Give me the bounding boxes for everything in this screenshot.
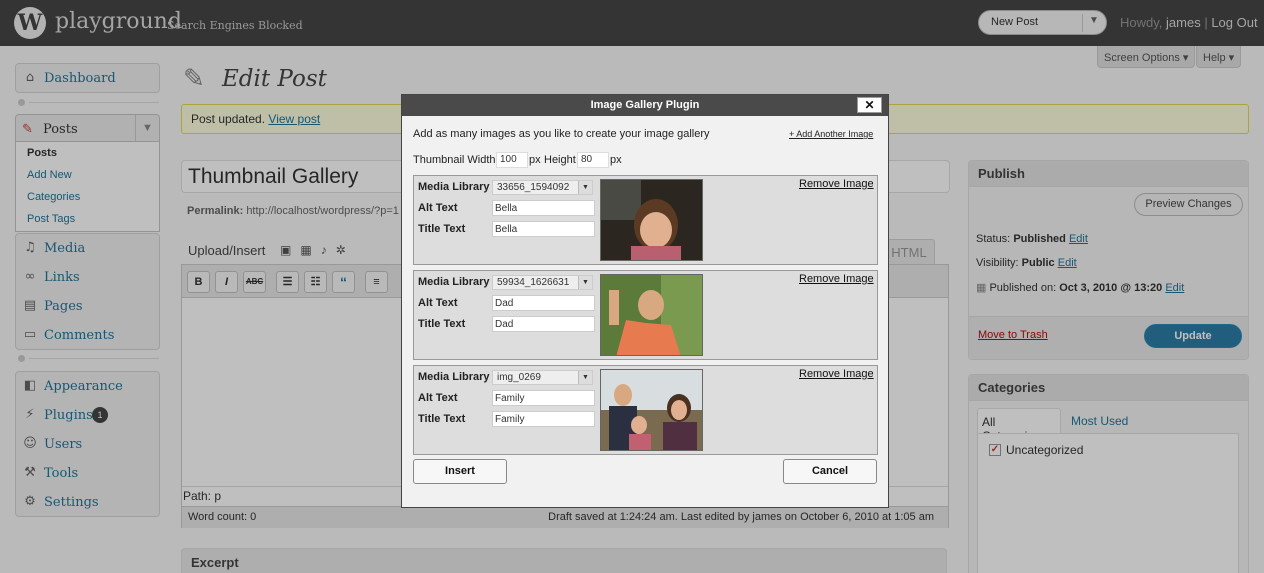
- media-library-select[interactable]: 59934_1626631 ▼: [492, 275, 593, 290]
- chevron-down-icon[interactable]: ▼: [578, 371, 592, 384]
- thumbnail-width-input[interactable]: 100: [496, 152, 528, 168]
- title-text-label: Title Text: [418, 223, 466, 235]
- image-gallery-dialog: Image Gallery Plugin ✕ Add as many image…: [401, 94, 889, 508]
- image-thumbnail: [600, 179, 703, 261]
- alt-text-input[interactable]: Bella: [492, 200, 595, 216]
- dialog-title: Image Gallery Plugin: [402, 95, 888, 116]
- chevron-down-icon[interactable]: ▼: [578, 181, 592, 194]
- dialog-intro: Add as many images as you like to create…: [413, 128, 710, 140]
- remove-image-link[interactable]: Remove Image: [799, 368, 874, 380]
- thumbnail-height-label: Height: [544, 154, 576, 166]
- media-library-label: Media Library: [418, 371, 490, 383]
- alt-text-label: Alt Text: [418, 392, 458, 404]
- px-label: px: [610, 154, 622, 166]
- media-library-select[interactable]: 33656_1594092 ▼: [492, 180, 593, 195]
- px-label: px: [529, 154, 541, 166]
- media-library-label: Media Library: [418, 276, 490, 288]
- image-entry: Media Library 59934_1626631 ▼ Alt Text Da…: [413, 270, 878, 360]
- chevron-down-icon[interactable]: ▼: [578, 276, 592, 289]
- title-text-label: Title Text: [418, 413, 466, 425]
- thumbnail-width-label: Thumbnail Width: [413, 154, 496, 166]
- remove-image-link[interactable]: Remove Image: [799, 273, 874, 285]
- alt-text-label: Alt Text: [418, 202, 458, 214]
- insert-button[interactable]: Insert: [413, 459, 507, 484]
- media-library-label: Media Library: [418, 181, 490, 193]
- photo-dad: [601, 275, 702, 355]
- thumbnail-height-input[interactable]: 80: [577, 152, 609, 168]
- title-text-input[interactable]: Family: [492, 411, 595, 427]
- alt-text-input[interactable]: Dad: [492, 295, 595, 311]
- image-thumbnail: [600, 274, 703, 356]
- image-thumbnail: [600, 369, 703, 451]
- image-entry: Media Library 33656_1594092 ▼ Alt Text Be…: [413, 175, 878, 265]
- title-text-input[interactable]: Bella: [492, 221, 595, 237]
- add-another-image-link[interactable]: + Add Another Image: [789, 129, 873, 139]
- alt-text-label: Alt Text: [418, 297, 458, 309]
- cancel-button[interactable]: Cancel: [783, 459, 877, 484]
- title-text-input[interactable]: Dad: [492, 316, 595, 332]
- close-icon[interactable]: ✕: [857, 97, 882, 113]
- media-library-select[interactable]: img_0269 ▼: [492, 370, 593, 385]
- image-entry: Media Library img_0269 ▼ Alt Text Family …: [413, 365, 878, 455]
- photo-girl: [601, 180, 702, 260]
- title-text-label: Title Text: [418, 318, 466, 330]
- remove-image-link[interactable]: Remove Image: [799, 178, 874, 190]
- photo-family: [601, 370, 702, 450]
- alt-text-input[interactable]: Family: [492, 390, 595, 406]
